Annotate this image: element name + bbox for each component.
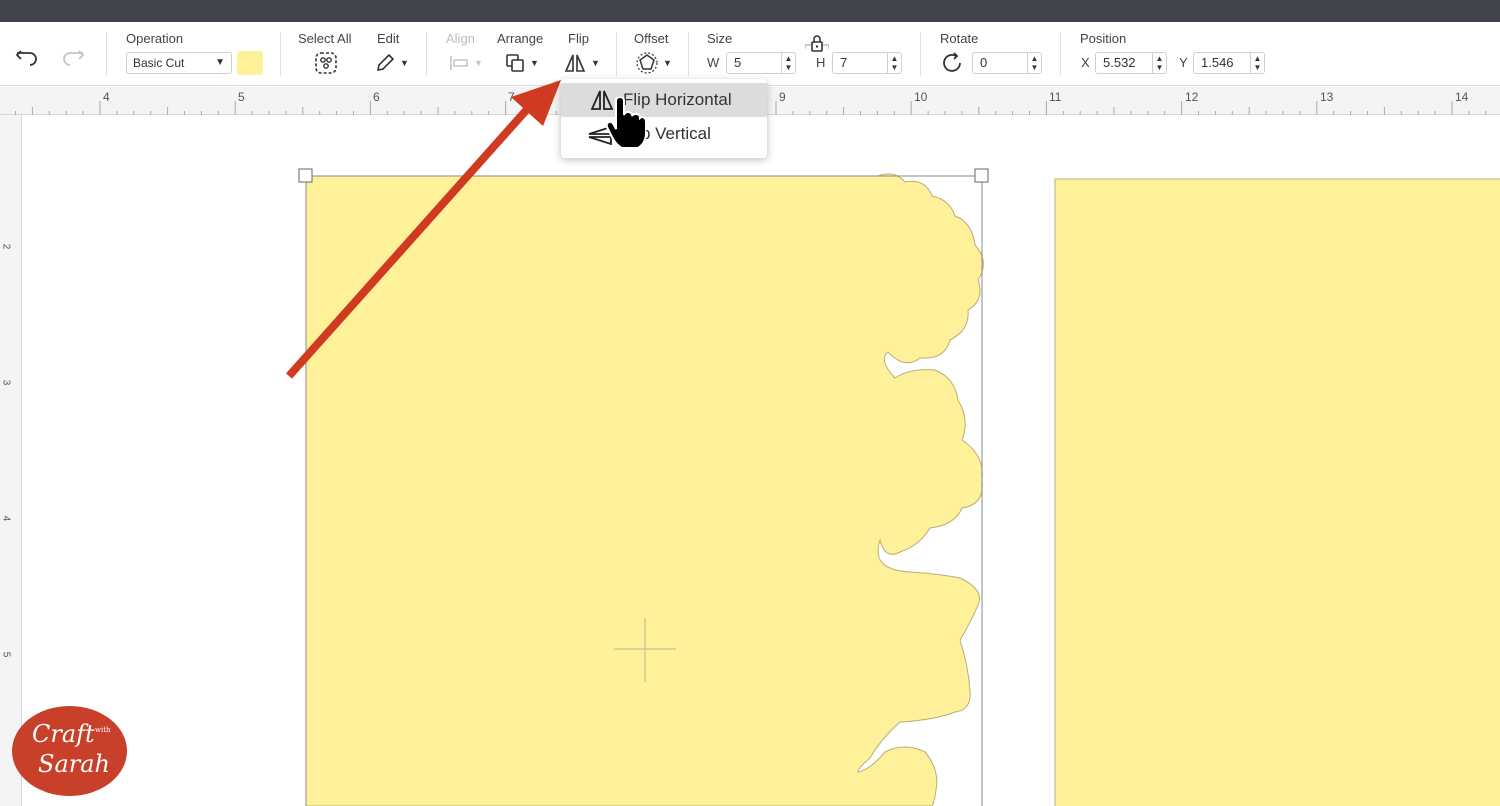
pointer-hand-icon <box>606 97 646 149</box>
logo-text: Craft <box>32 720 95 748</box>
brand-logo: Craft with Sarah <box>12 706 127 796</box>
second-shape[interactable] <box>1054 178 1500 806</box>
logo-text: with <box>95 726 111 734</box>
selected-shape[interactable] <box>305 173 984 806</box>
menu-item-flip-vertical[interactable]: Flip Vertical <box>561 117 767 151</box>
logo-text: Sarah <box>38 750 110 778</box>
flip-dropdown-menu: Flip Horizontal Flip Vertical <box>561 79 767 158</box>
resize-handle[interactable] <box>974 168 989 183</box>
menu-item-flip-horizontal[interactable]: Flip Horizontal <box>561 83 767 117</box>
resize-handle[interactable] <box>298 168 313 183</box>
